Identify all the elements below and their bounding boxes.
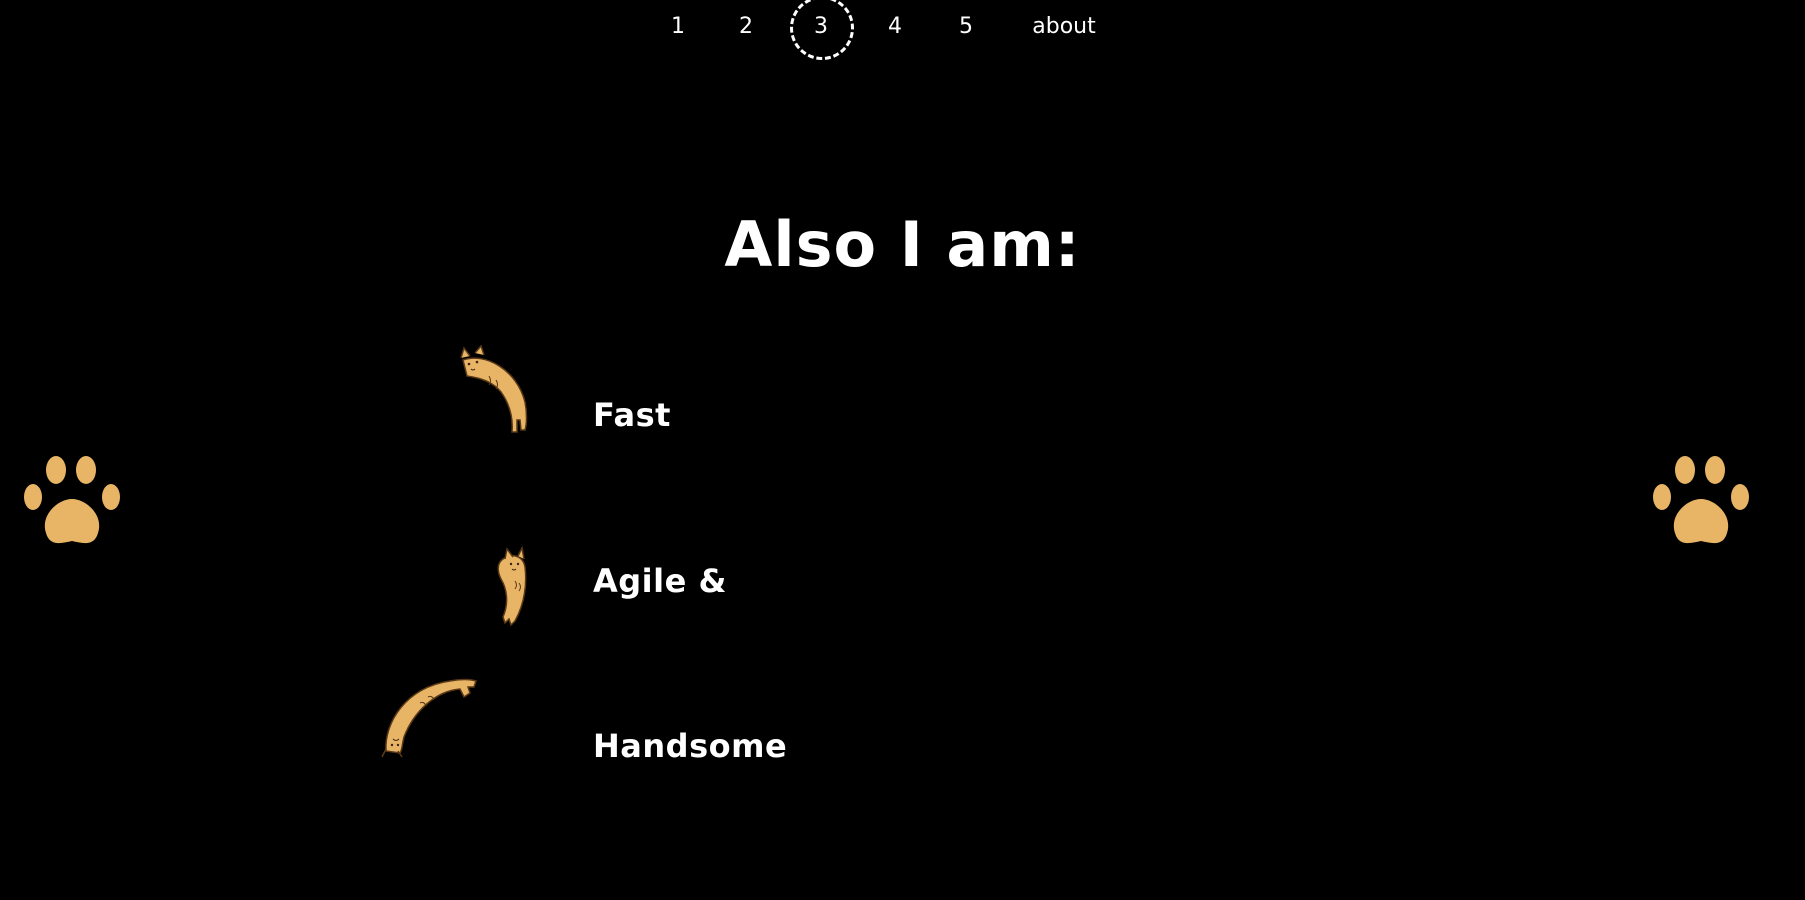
- paw-print-icon: [24, 456, 120, 544]
- trait-label-agile: Agile &: [593, 562, 727, 600]
- hanging-cat-icon: [497, 545, 527, 627]
- nav-link-page-2[interactable]: 2: [735, 12, 757, 42]
- trait-label-fast: Fast: [593, 396, 671, 434]
- nav-link-page-5[interactable]: 5: [955, 12, 977, 42]
- page-heading: Also I am:: [724, 208, 1081, 281]
- nav-link-page-3-current[interactable]: 3: [790, 0, 854, 60]
- paw-print-icon: [1653, 456, 1749, 544]
- nav-link-page-4[interactable]: 4: [884, 12, 906, 42]
- curled-cat-icon: [460, 344, 528, 433]
- nav-link-page-1[interactable]: 1: [667, 12, 689, 42]
- page: 1 2 3 4 5 about Also I am: Fast Agile & …: [0, 0, 1805, 900]
- arched-cat-icon: [381, 678, 477, 758]
- page-navigation: 1 2 3 4 5 about: [0, 0, 1805, 60]
- nav-link-about[interactable]: about: [1026, 12, 1102, 42]
- trait-label-handsome: Handsome: [593, 727, 788, 765]
